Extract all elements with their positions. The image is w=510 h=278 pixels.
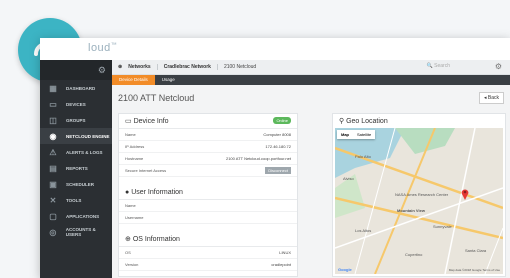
user-info-header: ● User Information xyxy=(119,185,297,200)
location-pin-icon[interactable] xyxy=(461,188,469,200)
map-label: NASA Ames Research Center xyxy=(395,192,449,197)
reports-icon: ▤ xyxy=(49,163,57,173)
sidebar-item-dashboard[interactable]: ▦ DASHBOARD xyxy=(40,80,112,96)
engine-icon: ◉ xyxy=(49,131,57,141)
google-logo: Google xyxy=(338,267,352,272)
app-window: loud™ ⚙ ▦ DASHBOARD ▭ DEVICES ◫ GROUPS ◉ NETCLO… xyxy=(40,38,510,278)
gear-icon[interactable]: ⚙ xyxy=(495,62,502,71)
os-row-os: OS LINUX xyxy=(119,247,297,259)
groups-icon: ◫ xyxy=(49,115,57,125)
map-label: Alviso xyxy=(343,176,354,181)
sidebar-item-label: REPORTS xyxy=(66,165,88,171)
brand-bar: loud™ xyxy=(40,38,510,60)
networks-crumb-icon: ⊛ xyxy=(118,64,123,70)
sidebar-item-devices[interactable]: ▭ DEVICES xyxy=(40,96,112,112)
map-label: Palo Alto xyxy=(355,154,371,159)
status-badge: Online xyxy=(273,117,291,124)
dashboard-icon: ▦ xyxy=(49,83,57,93)
info-row-hostname: Hostname 2100 ATT Netcloud.coop.portfour.… xyxy=(119,153,297,165)
tab-device-details[interactable]: Device Details xyxy=(112,75,155,85)
sidebar-item-label: APPLICATIONS xyxy=(66,213,100,219)
main-content: 2100 ATT Netcloud ◂ Back ▭ Device Info O… xyxy=(112,85,510,278)
sidebar-item-netcloud-engine[interactable]: ◉ NETCLOUD ENGINE xyxy=(40,128,112,144)
sidebar-item-label: DEVICES xyxy=(66,101,86,107)
os-info-header: ⊕ OS Information xyxy=(119,232,297,247)
map-type-control: Map Satellite xyxy=(337,130,376,139)
user-row-username: Username xyxy=(119,212,297,224)
sidebar: ⚙ ▦ DASHBOARD ▭ DEVICES ◫ GROUPS ◉ NETCLOUD ENG… xyxy=(40,60,112,278)
sidebar-item-label: GROUPS xyxy=(66,117,86,123)
sidebar-item-label: SCHEDULER xyxy=(66,181,95,187)
map-label: Mountain View xyxy=(397,208,425,213)
alerts-icon: ⚠ xyxy=(49,147,57,157)
accounts-icon: ◎ xyxy=(49,227,57,237)
device-info-title: Device Info xyxy=(133,117,169,125)
tab-bar: Device Details Usage xyxy=(112,75,510,85)
info-row-sia: Secure Internet Access Disconnect xyxy=(119,165,297,177)
sidebar-item-reports[interactable]: ▤ REPORTS xyxy=(40,160,112,176)
sidebar-item-applications[interactable]: ▢ APPLICATIONS xyxy=(40,208,112,224)
sidebar-item-label: DASHBOARD xyxy=(66,85,96,91)
top-breadcrumb-bar: ⊛ Networks Cradlebrac Network 2100 Netcl… xyxy=(112,60,510,75)
monitor-icon: ▭ xyxy=(125,118,134,125)
sidebar-item-alerts-logs[interactable]: ⚠ ALERTS & LOGS xyxy=(40,144,112,160)
map-tab-map[interactable]: Map xyxy=(337,130,353,139)
applications-icon: ▢ xyxy=(49,211,57,221)
breadcrumb-network[interactable]: Cradlebrac Network xyxy=(156,64,217,70)
sidebar-item-label: NETCLOUD ENGINE xyxy=(66,133,110,139)
os-icon: ⊕ xyxy=(125,236,133,243)
sidebar-item-groups[interactable]: ◫ GROUPS xyxy=(40,112,112,128)
sidebar-item-tools[interactable]: ✕ TOOLS xyxy=(40,192,112,208)
tab-usage[interactable]: Usage xyxy=(155,75,182,85)
sidebar-item-label: ACCOUNTS & USERS xyxy=(65,227,96,237)
sidebar-item-label: TOOLS xyxy=(66,197,82,203)
devices-icon: ▭ xyxy=(49,99,57,109)
back-button[interactable]: ◂ Back xyxy=(478,92,504,104)
info-row-ip: IP Address 172.46.180.72 xyxy=(119,141,297,153)
pin-icon: ⚲ xyxy=(339,118,347,125)
breadcrumb-device: 2100 Netcloud xyxy=(216,64,262,70)
disconnect-button[interactable]: Disconnect xyxy=(265,167,291,174)
details-panel: ▭ Device Info Online Name Computer 8008 I… xyxy=(118,113,298,277)
sidebar-item-label: ALERTS & LOGS xyxy=(66,149,103,155)
map-tab-satellite[interactable]: Satellite xyxy=(353,130,375,139)
sidebar-menu: ▦ DASHBOARD ▭ DEVICES ◫ GROUPS ◉ NETCLOUD ENGIN… xyxy=(40,80,112,240)
device-info-header: ▭ Device Info Online xyxy=(119,114,297,129)
breadcrumb-networks[interactable]: Networks xyxy=(122,64,157,70)
map-label: Los Altos xyxy=(355,228,372,233)
map-attribution: Map data ©2018 Google Terms of Use xyxy=(448,268,500,272)
sidebar-item-accounts-users[interactable]: ◎ ACCOUNTS & USERS xyxy=(40,224,112,240)
scheduler-icon: ▣ xyxy=(49,179,57,189)
info-row-name: Name Computer 8008 xyxy=(119,129,297,141)
sidebar-settings-icon[interactable]: ⚙ xyxy=(98,65,106,76)
geo-header: ⚲ Geo Location xyxy=(339,117,388,126)
search-input[interactable]: 🔍 Search xyxy=(427,63,450,69)
sidebar-header: ⚙ xyxy=(40,60,112,80)
os-row-version: Version cradlepoint xyxy=(119,259,297,271)
map-view[interactable]: Map Satellite Alviso Palo Alto NASA Ames… xyxy=(335,128,503,274)
geo-location-panel: ⚲ Geo Location Map Satellite Alviso Palo… xyxy=(332,113,506,277)
map-label: Santa Clara xyxy=(465,248,487,253)
user-row-name: Name xyxy=(119,200,297,212)
map-label: Sunnyvale xyxy=(433,224,452,229)
brand-name: loud™ xyxy=(88,42,118,54)
tools-icon: ✕ xyxy=(49,195,57,205)
sidebar-item-scheduler[interactable]: ▣ SCHEDULER xyxy=(40,176,112,192)
page-title: 2100 ATT Netcloud xyxy=(118,93,195,103)
map-label: Cupertino xyxy=(405,252,423,257)
